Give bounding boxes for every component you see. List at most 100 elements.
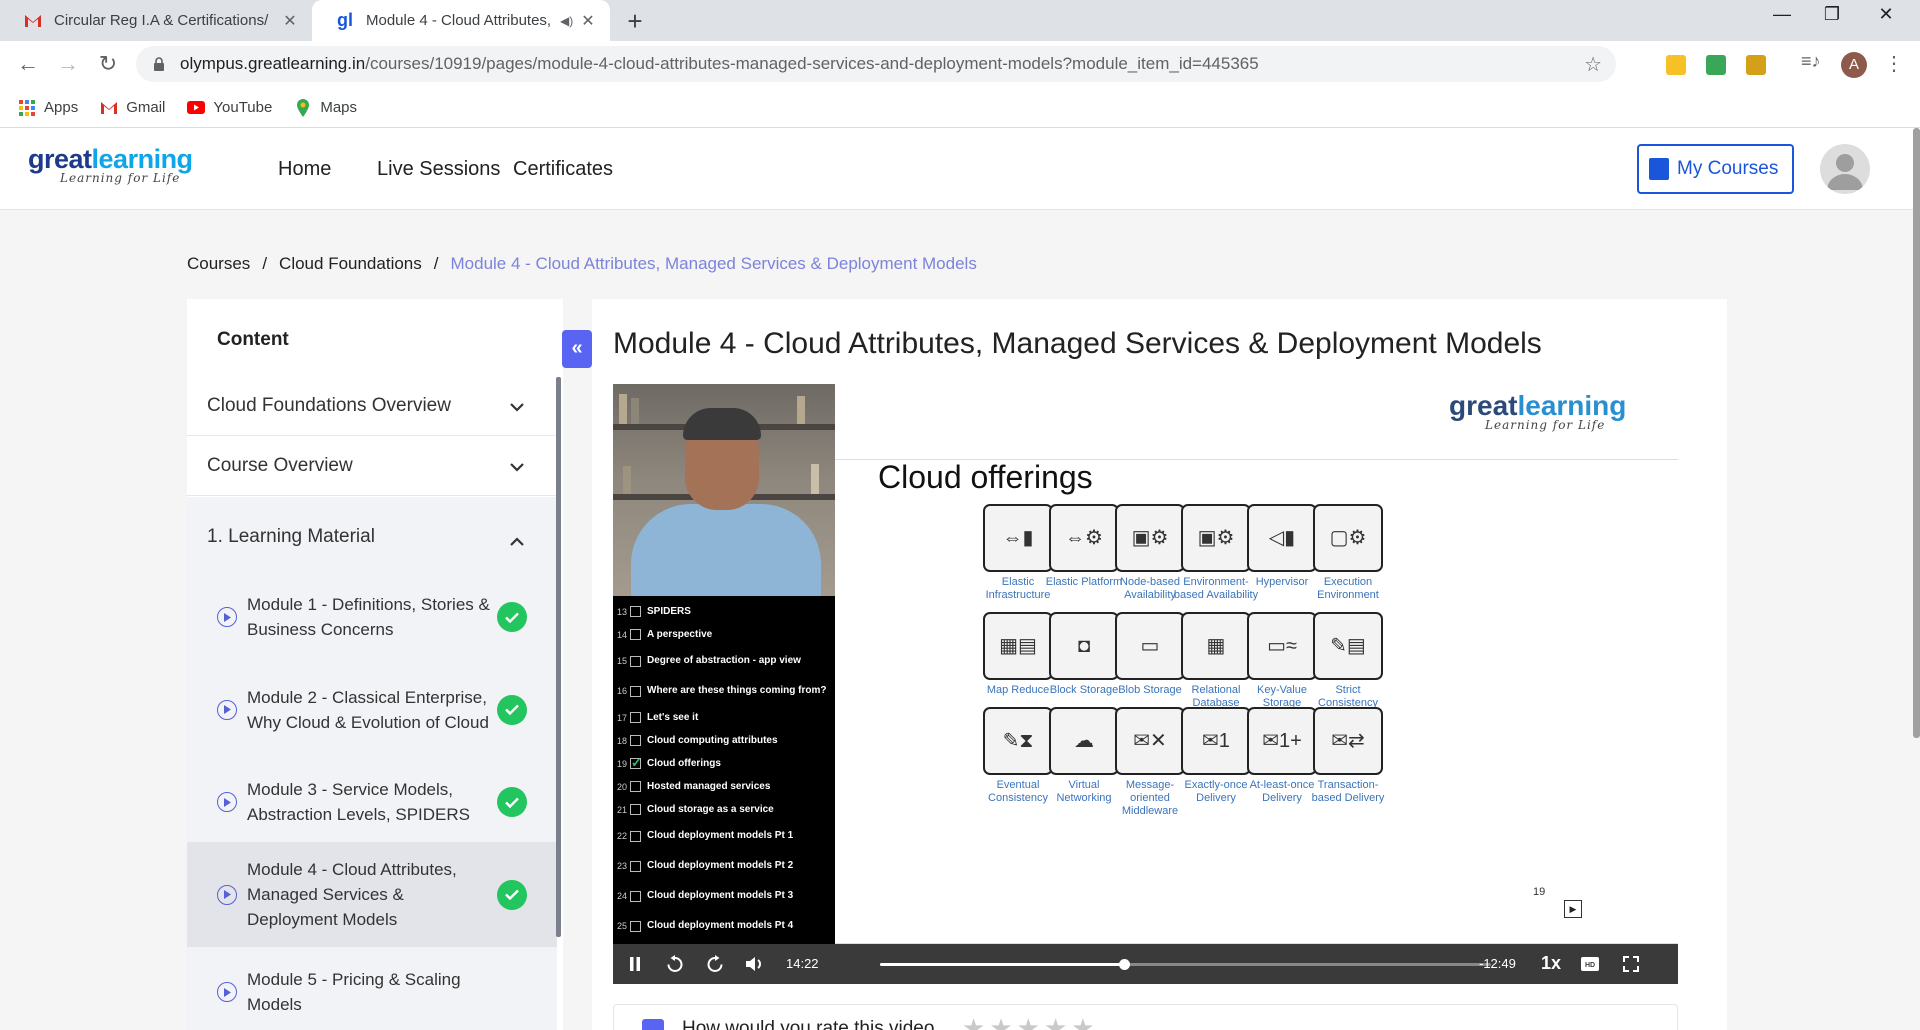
extension-notes-icon[interactable] <box>1666 55 1686 75</box>
chapter-item[interactable]: 25 Cloud deployment models Pt 4 <box>613 911 835 941</box>
offering-label: Execution Environment <box>1317 576 1379 601</box>
breadcrumb-separator: / <box>433 254 439 273</box>
chapter-item[interactable]: 15 Degree of abstraction - app view <box>613 646 835 676</box>
chapter-checkbox[interactable] <box>630 629 641 640</box>
chapter-item[interactable]: 22 Cloud deployment models Pt 1 <box>613 821 835 851</box>
chapter-item[interactable]: 19 Cloud offerings <box>613 752 835 775</box>
star-icon[interactable]: ★ <box>962 1013 989 1030</box>
nav-home[interactable]: Home <box>278 158 331 181</box>
nav-certificates[interactable]: Certificates <box>513 158 613 181</box>
browser-tab-active[interactable]: gl Module 4 - Cloud Attributes, ◀) ✕ <box>312 0 610 41</box>
chapter-label: Cloud storage as a service <box>647 803 774 815</box>
chapter-item[interactable]: 23 Cloud deployment models Pt 2 <box>613 851 835 881</box>
forward-icon[interactable] <box>703 952 727 976</box>
star-icon[interactable]: ★ <box>989 1013 1016 1030</box>
breadcrumb-cloud-foundations[interactable]: Cloud Foundations <box>279 254 422 273</box>
module-item-2[interactable]: Module 2 - Classical Enterprise, Why Clo… <box>187 657 557 762</box>
star-icon[interactable]: ★ <box>1017 1013 1044 1030</box>
chapter-checkbox[interactable] <box>630 735 641 746</box>
chapter-checkbox[interactable] <box>630 755 642 771</box>
sidebar-scrollbar[interactable] <box>556 377 561 937</box>
chapter-checkbox[interactable] <box>630 830 641 842</box>
chapter-checkbox[interactable] <box>630 804 641 815</box>
browser-tab-gmail[interactable]: Circular Reg I.A & Certifications/ ✕ <box>0 0 312 41</box>
hd-quality-icon[interactable]: HD <box>1578 952 1602 976</box>
rewind-icon[interactable] <box>663 952 687 976</box>
my-courses-button[interactable]: My Courses <box>1637 144 1794 194</box>
chapter-item[interactable]: 20 Hosted managed services <box>613 775 835 798</box>
greatlearning-logo[interactable]: greatlearning Learning for Life <box>28 144 193 185</box>
extension-wallet-icon[interactable] <box>1746 55 1766 75</box>
section-learning-material[interactable]: 1. Learning Material <box>187 497 557 577</box>
chapter-checkbox[interactable] <box>630 781 641 792</box>
close-icon[interactable]: ✕ <box>280 11 300 31</box>
new-tab-button[interactable]: + <box>620 6 650 37</box>
browser-tabstrip: Circular Reg I.A & Certifications/ ✕ gl … <box>0 0 1920 41</box>
module-item-5[interactable]: Module 5 - Pricing & Scaling Models <box>187 947 557 1030</box>
chapter-item[interactable]: 16 Where are these things coming from? <box>613 676 835 706</box>
back-arrow-icon[interactable]: ← <box>14 51 42 79</box>
chapter-checkbox[interactable] <box>630 890 641 902</box>
section-cloud-foundations-overview[interactable]: Cloud Foundations Overview <box>187 376 557 436</box>
chapter-item[interactable]: 14 A perspective <box>613 623 835 646</box>
module-item-4-selected[interactable]: Module 4 - Cloud Attributes, Managed Ser… <box>187 842 557 947</box>
bookmark-maps[interactable]: Maps <box>294 98 358 117</box>
chapter-checkbox[interactable] <box>630 685 641 697</box>
bookmark-gmail[interactable]: Gmail <box>100 99 165 117</box>
chapter-item[interactable]: 21 Cloud storage as a service <box>613 798 835 821</box>
star-icon[interactable]: ★ <box>1044 1013 1071 1030</box>
chapter-item[interactable]: 24 Cloud deployment models Pt 3 <box>613 881 835 911</box>
section-course-overview[interactable]: Course Overview <box>187 436 557 496</box>
playback-speed[interactable]: 1x <box>1541 953 1561 974</box>
minimize-icon[interactable]: — <box>1762 4 1802 25</box>
close-icon[interactable]: ✕ <box>578 11 598 31</box>
bookmark-apps[interactable]: Apps <box>18 99 78 117</box>
module-item-1[interactable]: Module 1 - Definitions, Stories & Busine… <box>187 577 557 657</box>
chapter-checkbox[interactable] <box>630 712 641 723</box>
progress-handle[interactable] <box>1119 959 1131 970</box>
speaker-icon[interactable]: ◀) <box>560 14 578 28</box>
svg-text:HD: HD <box>1585 962 1595 969</box>
media-control-icon[interactable]: ≡♪ <box>1801 51 1821 71</box>
chapter-checkbox[interactable] <box>630 606 641 617</box>
chapter-item[interactable]: 18 Cloud computing attributes <box>613 729 835 752</box>
pause-icon[interactable] <box>623 952 647 976</box>
address-bar[interactable]: olympus.greatlearning.in/courses/10919/p… <box>136 46 1616 82</box>
profile-avatar[interactable]: A <box>1841 52 1867 78</box>
nav-live-sessions[interactable]: Live Sessions <box>377 158 500 181</box>
gmail-icon <box>100 99 118 117</box>
progress-bar[interactable] <box>880 959 1491 970</box>
video-player[interactable]: 13 SPIDERS 14 A perspective 15 Degree of abst… <box>613 384 1678 984</box>
learning-material-panel: 1. Learning Material Module 1 - Definiti… <box>187 497 557 1030</box>
chapter-item[interactable]: 13 SPIDERS <box>613 600 835 623</box>
browser-menu-icon[interactable]: ⋮ <box>1884 51 1904 76</box>
reload-icon[interactable]: ↻ <box>94 51 122 79</box>
bookmark-youtube[interactable]: YouTube <box>187 99 272 117</box>
chapter-label: Cloud deployment models Pt 3 <box>647 890 794 901</box>
star-icon[interactable]: ★ <box>1071 1013 1098 1030</box>
chapter-label: Cloud deployment models Pt 2 <box>647 860 794 871</box>
user-avatar[interactable] <box>1820 144 1870 194</box>
chapter-checkbox[interactable] <box>630 920 641 932</box>
logo-text: learning <box>1517 390 1627 421</box>
window-close-icon[interactable]: ✕ <box>1866 4 1906 25</box>
chapter-number: 18 <box>616 735 627 746</box>
volume-icon[interactable] <box>743 952 767 976</box>
bookmark-label: Maps <box>320 99 358 116</box>
forward-arrow-icon[interactable]: → <box>54 51 82 79</box>
play-circle-icon <box>217 982 237 1002</box>
restore-icon[interactable]: ❐ <box>1812 4 1852 25</box>
fullscreen-icon[interactable] <box>1619 952 1643 976</box>
page-scrollbar[interactable] <box>1913 128 1920 738</box>
chapter-checkbox[interactable] <box>630 655 641 667</box>
bookmark-star-icon[interactable]: ☆ <box>1584 52 1602 77</box>
module-item-3[interactable]: Module 3 - Service Models, Abstraction L… <box>187 762 557 842</box>
extension-sheets-icon[interactable] <box>1706 55 1726 75</box>
chapter-item[interactable]: 17 Let's see it <box>613 706 835 729</box>
browser-toolbar: ← → ↻ olympus.greatlearning.in/courses/1… <box>0 41 1920 88</box>
star-rating[interactable]: ★★★★★ <box>962 1013 1099 1030</box>
breadcrumb-courses[interactable]: Courses <box>187 254 250 273</box>
chapter-checkbox[interactable] <box>630 860 641 872</box>
chevron-down-icon <box>509 396 525 418</box>
collapse-sidebar-button[interactable]: « <box>562 330 592 368</box>
